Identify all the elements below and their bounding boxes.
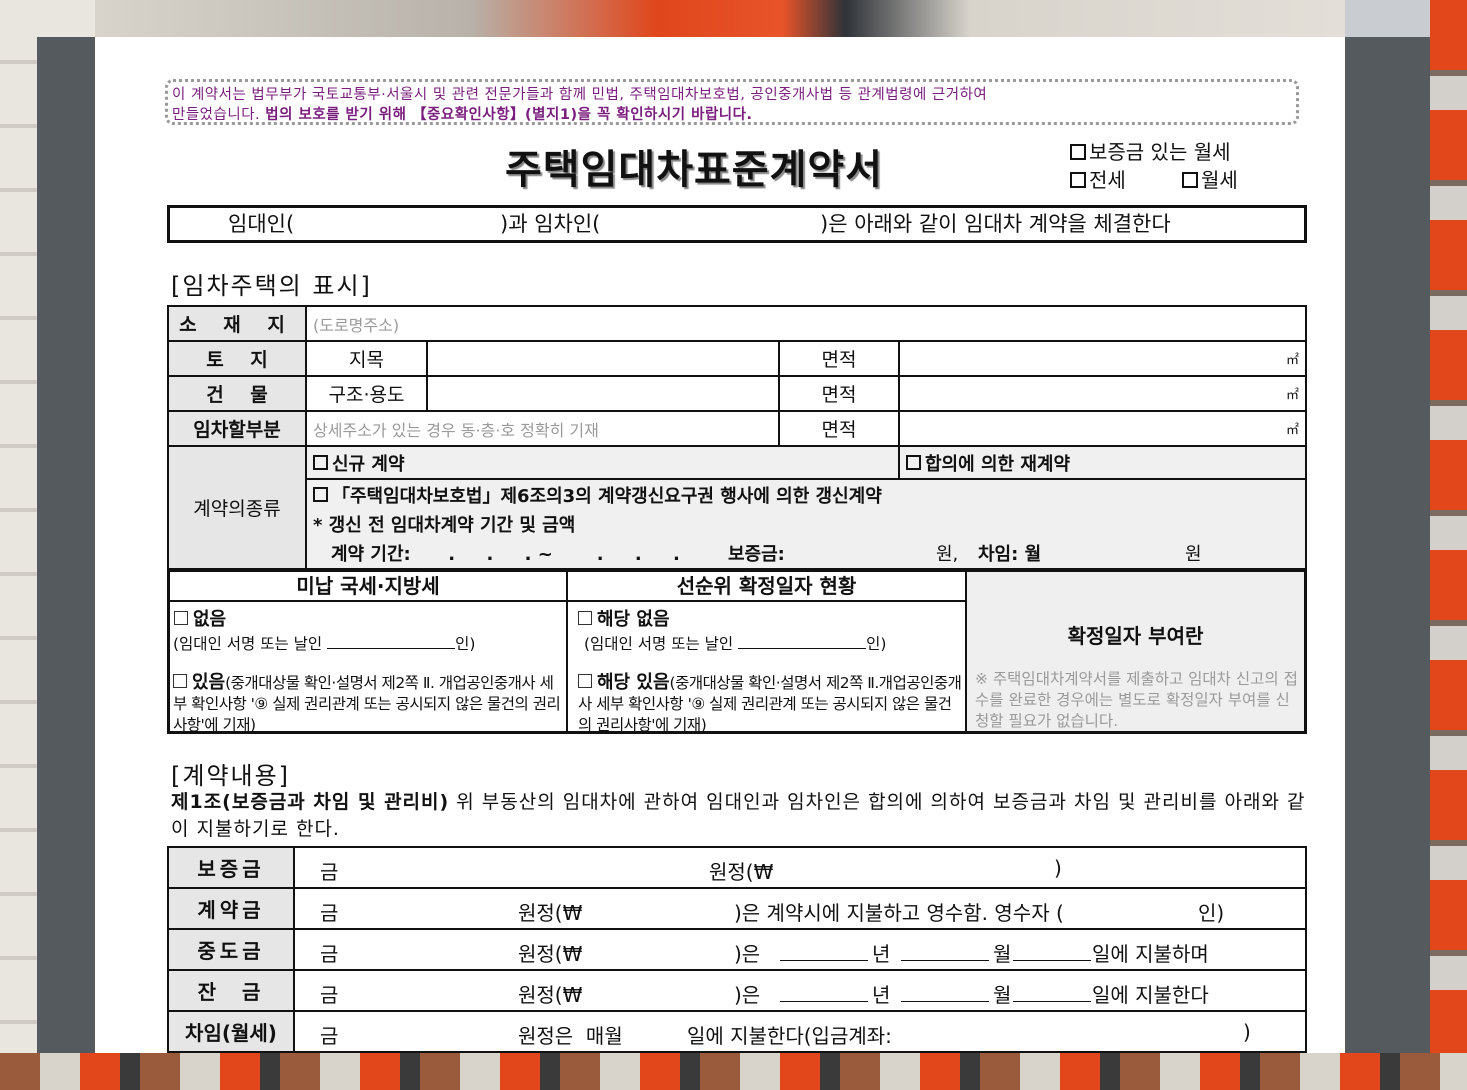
section-heading-terms: [계약내용]	[171, 762, 291, 790]
prior-period[interactable]: 계약 기간: . . . ~ . . .	[331, 540, 680, 569]
prior-rent-unit: 원	[1185, 544, 1202, 565]
notice-box: 이 계약서는 법무부가 국토교통부·서울시 및 관련 전문가들과 함께 민법, …	[165, 79, 1299, 125]
unpaid-tax-column: 미납 국세·지방세 없음 (임대인 서명 또는 날인 인) 있음(중개대상물 확…	[170, 572, 568, 734]
priority-not-applicable[interactable]: 해당 없음	[568, 602, 965, 634]
leased-area-label: 면적	[778, 410, 900, 447]
checkbox-icon	[313, 487, 328, 502]
unpaid-tax-exists[interactable]: 있음(중개대상물 확인·설명서 제2쪽 Ⅱ. 개업공인중개사 세부 확인사항 '…	[170, 654, 566, 736]
building-bottom-strip	[0, 1053, 1467, 1090]
checkbox-renewal[interactable]: 「주택임대차보호법」제6조의3의 계약갱신요구권 행사에 의한 갱신계약	[313, 482, 1299, 511]
land-area-label: 면적	[778, 340, 900, 377]
checkbox-icon	[313, 454, 328, 470]
page-title: 주택임대차표준계약서	[505, 147, 883, 193]
party-line: 임대인( )과 임차인( )은 아래와 같이 임대차 계약을 체결한다	[167, 205, 1307, 243]
checkbox-icon	[1070, 144, 1086, 160]
prior-deposit-unit: 원,	[936, 544, 959, 565]
priority-applicable[interactable]: 해당 있음(중개대상물 확인·설명서 제2쪽 Ⅱ.개업공인중개사 세부 확인사항…	[568, 654, 965, 736]
lessee-label: )과 임차인(	[500, 212, 601, 236]
leased-part-label: 임차할부분	[167, 410, 307, 447]
article-1-title: 제1조(보증금과 차임 및 관리비)	[171, 791, 450, 813]
party-tail: )은 아래와 같이 임대차 계약을 체결한다	[820, 212, 1171, 236]
priority-date-header: 선순위 확정일자 현황	[568, 572, 965, 602]
checkbox-icon	[906, 454, 921, 470]
checkbox-icon	[1070, 172, 1086, 188]
building-area-label: 면적	[778, 375, 900, 412]
checkbox-icon	[578, 674, 592, 688]
balance-field[interactable]: 금 원정(₩ )은 년 월 일에 지불한다	[293, 969, 1307, 1012]
payment-row-interim: 중도금 금 원정(₩ )은 년 월 일에 지불하며	[167, 928, 1307, 971]
payment-row-down: 계약금 금 원정(₩ )은 계약시에 지불하고 영수함. 영수자 ( 인)	[167, 887, 1307, 930]
prior-values: 계약 기간: . . . ~ . . . 보증금: 원, 차임: 월 원	[313, 540, 1299, 567]
balance-label: 잔 금	[167, 969, 295, 1012]
payment-row-balance: 잔 금 금 원정(₩ )은 년 월 일에 지불한다	[167, 969, 1307, 1012]
property-table: 소 재 지 (도로명주소) 토 지 지목 면적 ㎡ 건 물 구조·용도 면적 ㎡…	[167, 305, 1307, 570]
building-label: 건 물	[167, 375, 307, 412]
rent-field[interactable]: 금 원정은 매월 일에 지불한다(입금계좌: )	[293, 1010, 1307, 1053]
deposit-field[interactable]: 금 원정(₩ )	[293, 846, 1307, 889]
leased-area-field[interactable]: ㎡	[898, 410, 1307, 447]
checkbox-re-contract[interactable]: 합의에 의한 재계약	[898, 445, 1307, 480]
building-structure-field[interactable]	[426, 375, 780, 412]
payment-row-rent: 차임(월세) 금 원정은 매월 일에 지불한다(입금계좌: )	[167, 1010, 1307, 1053]
section-heading-property: [임차주택의 표시]	[171, 272, 372, 300]
checkbox-jeonse[interactable]: 전세	[1070, 164, 1126, 193]
priority-date-column: 선순위 확정일자 현황 해당 없음 (임대인 서명 또는 날인 인) 해당 있음…	[568, 572, 967, 734]
notice-line1: 이 계약서는 법무부가 국토교통부·서울시 및 관련 전문가들과 함께 민법, …	[172, 87, 988, 103]
building-top-strip	[95, 0, 1345, 38]
payment-row-deposit: 보증금 금 원정(₩ )	[167, 846, 1307, 889]
land-label: 토 지	[167, 340, 307, 377]
priority-sign[interactable]: (임대인 서명 또는 날인 인)	[568, 634, 965, 654]
prior-note: * 갱신 전 임대차계약 기간 및 금액	[313, 515, 576, 536]
checkbox-icon	[1182, 172, 1198, 188]
deposit-label: 보증금	[167, 846, 295, 889]
payment-table: 보증금 금 원정(₩ ) 계약금 금 원정(₩ )은 계약시에 지불하고 영수함…	[167, 846, 1307, 1053]
unpaid-tax-sign[interactable]: (임대인 서명 또는 날인 인)	[170, 634, 566, 654]
article-1: 제1조(보증금과 차임 및 관리비) 위 부동산의 임대차에 관하여 임대인과 …	[171, 789, 1306, 843]
contract-kind-label: 계약의종류	[167, 445, 307, 570]
fixed-date-header: 확정일자 부여란	[1067, 624, 1204, 648]
land-sub-label: 지목	[305, 340, 428, 377]
checkbox-monthly[interactable]: 월세	[1182, 164, 1238, 193]
contract-page: 이 계약서는 법무부가 국토교통부·서울시 및 관련 전문가들과 함께 민법, …	[95, 37, 1345, 1053]
rent-label: 차임(월세)	[167, 1010, 295, 1053]
location-field[interactable]: (도로명주소)	[305, 305, 1307, 342]
interim-payment-label: 중도금	[167, 928, 295, 971]
down-payment-label: 계약금	[167, 887, 295, 930]
prior-deposit-label: 보증금:	[728, 544, 785, 565]
building-sub-label: 구조·용도	[305, 375, 428, 412]
interim-payment-field[interactable]: 금 원정(₩ )은 년 월 일에 지불하며	[293, 928, 1307, 971]
unpaid-tax-header: 미납 국세·지방세	[170, 572, 566, 602]
down-payment-field[interactable]: 금 원정(₩ )은 계약시에 지불하고 영수함. 영수자 ( 인)	[293, 887, 1307, 930]
tax-status-box: 미납 국세·지방세 없음 (임대인 서명 또는 날인 인) 있음(중개대상물 확…	[167, 569, 1307, 734]
checkbox-monthly-with-deposit[interactable]: 보증금 있는 월세	[1070, 136, 1231, 165]
fixed-date-column: 확정일자 부여란 ※ 주택임대차계약서를 제출하고 임대차 신고의 접수를 완료…	[967, 572, 1304, 731]
renewal-cell: 「주택임대차보호법」제6조의3의 계약갱신요구권 행사에 의한 갱신계약 * 갱…	[305, 478, 1307, 570]
checkbox-new-contract[interactable]: 신규 계약	[305, 445, 900, 480]
checkbox-icon	[578, 611, 592, 625]
building-wall-right	[1430, 0, 1467, 1090]
land-area-field[interactable]: ㎡	[898, 340, 1307, 377]
building-area-field[interactable]: ㎡	[898, 375, 1307, 412]
unpaid-tax-none[interactable]: 없음	[170, 602, 566, 634]
checkbox-icon	[174, 611, 188, 625]
lessor-label: 임대인(	[228, 212, 295, 236]
leased-part-field[interactable]: 상세주소가 있는 경우 동·층·호 정확히 기재	[305, 410, 780, 447]
notice-line2: 만들었습니다. 법의 보호를 받기 위해 【중요확인사항】(별지1)을 꼭 확인…	[172, 107, 753, 123]
fixed-date-note: ※ 주택임대차계약서를 제출하고 임대차 신고의 접수를 완료한 경우에는 별도…	[975, 670, 1298, 730]
location-label: 소 재 지	[167, 305, 307, 342]
prior-rent-label: 차임: 월	[978, 544, 1042, 565]
checkbox-icon	[173, 674, 187, 688]
land-category-field[interactable]	[426, 340, 780, 377]
